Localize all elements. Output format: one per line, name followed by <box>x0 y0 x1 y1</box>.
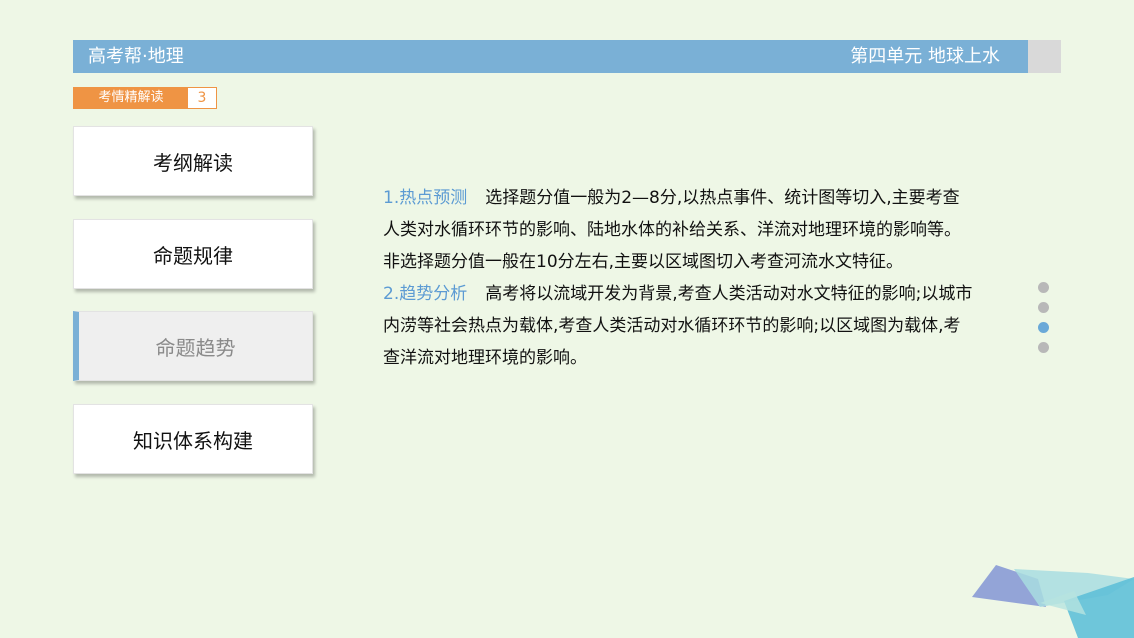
menu-button-label: 命题趋势 <box>155 335 236 360</box>
page-indicator <box>1038 282 1050 362</box>
page-dot-3[interactable] <box>1038 322 1049 333</box>
menu-button-label: 命题规律 <box>153 243 233 268</box>
header-left-title: 高考帮·地理 <box>88 46 184 67</box>
menu-button-label: 知识体系构建 <box>133 428 253 453</box>
menu-button-outline[interactable]: 考纲解读 <box>73 126 313 196</box>
menu-button-rules[interactable]: 命题规律 <box>73 219 313 289</box>
section-tag-label: 考情精解读 <box>74 88 188 108</box>
section-text-hotspot: 选择题分值一般为2—8分,以热点事件、统计图等切入,主要考查人类对水循环环节的影… <box>383 188 961 272</box>
content-paragraph-hotspot: 1.热点预测 选择题分值一般为2—8分,以热点事件、统计图等切入,主要考查人类对水… <box>383 182 973 278</box>
section-title-hotspot: 1.热点预测 <box>383 188 468 208</box>
section-tag-number: 3 <box>188 88 216 108</box>
menu-button-label: 考纲解读 <box>153 150 233 175</box>
header-corner-block <box>1028 40 1061 73</box>
menu-button-trend[interactable]: 命题趋势 <box>73 311 313 381</box>
page-dot-1[interactable] <box>1038 282 1049 293</box>
menu-button-knowledge-system[interactable]: 知识体系构建 <box>73 404 313 474</box>
section-title-trend: 2.趋势分析 <box>383 284 468 304</box>
section-tag: 考情精解读 3 <box>73 87 217 109</box>
section-text-trend: 高考将以流域开发为背景,考查人类活动对水文特征的影响;以城市内涝等社会热点为载体… <box>383 284 973 368</box>
page-dot-4[interactable] <box>1038 342 1049 353</box>
page-dot-2[interactable] <box>1038 302 1049 313</box>
decorative-shapes-graphic <box>972 565 1134 638</box>
header-right-title: 第四单元 地球上水 <box>850 46 1000 67</box>
content-paragraph-trend: 2.趋势分析 高考将以流域开发为背景,考查人类活动对水文特征的影响;以城市内涝等社… <box>383 278 973 374</box>
content-panel: 1.热点预测 选择题分值一般为2—8分,以热点事件、统计图等切入,主要考查人类对水… <box>383 182 973 374</box>
